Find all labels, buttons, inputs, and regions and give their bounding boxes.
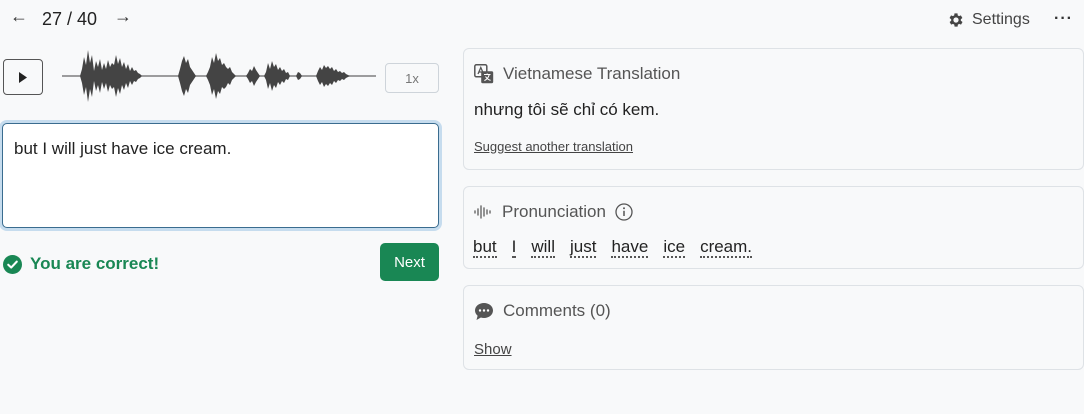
settings-label: Settings — [972, 11, 1030, 28]
suggest-translation-link[interactable]: Suggest another translation — [474, 139, 633, 154]
pronunciation-word[interactable]: will — [531, 237, 555, 258]
comments-card: Comments (0) Show — [463, 285, 1084, 370]
pronunciation-header: Pronunciation — [474, 202, 633, 222]
pronunciation-word[interactable]: I — [511, 237, 517, 258]
pronunciation-word[interactable]: ice — [663, 237, 686, 258]
comment-bubble-icon — [475, 302, 493, 320]
translation-card: Vietnamese Translation nhưng tôi sẽ chỉ … — [463, 48, 1084, 170]
settings-button[interactable]: Settings — [947, 11, 1030, 29]
info-icon[interactable] — [615, 203, 633, 221]
pronunciation-words: but I will just have ice cream. — [473, 237, 753, 258]
check-circle-icon — [3, 254, 22, 274]
sentence-counter: 27 / 40 — [42, 9, 98, 29]
comments-header[interactable]: Comments (0) — [474, 301, 611, 321]
more-options-icon[interactable]: ··· — [1054, 10, 1073, 28]
answer-input[interactable]: but I will just have ice cream. — [2, 123, 439, 228]
next-button[interactable]: Next — [380, 243, 439, 281]
pronunciation-word[interactable]: just — [569, 237, 597, 258]
prev-arrow-icon[interactable]: ← — [10, 6, 28, 27]
gear-icon — [949, 13, 963, 27]
correct-feedback: You are correct! — [3, 254, 159, 274]
translation-header: Vietnamese Translation — [474, 64, 680, 84]
translation-text: nhưng tôi sẽ chỉ có kem. — [474, 100, 660, 119]
audio-waveform[interactable] — [60, 45, 378, 105]
translate-icon — [474, 64, 494, 84]
pronunciation-word[interactable]: cream. — [700, 237, 753, 258]
playback-speed-button[interactable]: 1x — [385, 63, 439, 93]
pronunciation-card: Pronunciation but I will just have ice c… — [463, 186, 1084, 269]
play-button[interactable] — [3, 59, 43, 95]
pronunciation-word[interactable]: have — [611, 237, 649, 258]
comments-title: Comments (0) — [503, 301, 611, 320]
translation-title: Vietnamese Translation — [503, 64, 681, 83]
pronunciation-word[interactable]: but — [473, 237, 497, 258]
correct-message: You are correct! — [30, 254, 160, 273]
play-icon — [19, 71, 27, 83]
next-arrow-icon[interactable]: → — [114, 6, 132, 27]
show-comments-link[interactable]: Show — [474, 341, 512, 358]
audio-wave-icon — [474, 205, 491, 219]
pronunciation-title: Pronunciation — [502, 202, 606, 221]
